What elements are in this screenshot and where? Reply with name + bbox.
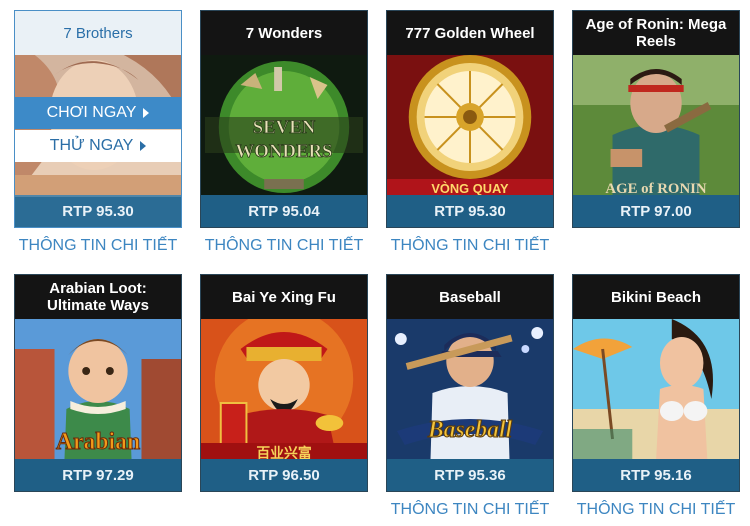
card-frame: Bai Ye Xing Fu 百业兴富 RTP 96.50 [200, 274, 368, 492]
details-link[interactable]: THÔNG TIN CHI TIẾT [2, 237, 194, 255]
play-now-button[interactable]: CHƠI NGAY [15, 97, 181, 129]
card-frame: Bikini Beach RTP 95.16 [572, 274, 740, 492]
game-thumbnail: VÒNG QUAY [387, 55, 553, 197]
game-title: 7 Brothers [15, 11, 181, 55]
rtp-badge: RTP 97.29 [15, 459, 181, 491]
card-frame: Arabian Loot: Ultimate Ways Arabian RTP … [14, 274, 182, 492]
rtp-badge: RTP 95.36 [387, 459, 553, 491]
game-title: 777 Golden Wheel [387, 11, 553, 55]
try-now-button[interactable]: THỬ NGAY [15, 130, 181, 162]
game-title: Bai Ye Xing Fu [201, 275, 367, 319]
game-thumbnail [573, 319, 739, 461]
card-frame: Baseball Baseball RTP 95.36 [386, 274, 554, 492]
game-card-777-golden-wheel[interactable]: 777 Golden Wheel VÒNG QUAY RTP 95.30 THÔ… [386, 10, 554, 254]
art-text-baseball: Baseball [427, 417, 513, 443]
rtp-badge: RTP 95.16 [573, 459, 739, 491]
game-card-baseball[interactable]: Baseball Baseball RTP 95.36 THÔNG TIN CH… [386, 274, 554, 518]
game-card-7-wonders[interactable]: 7 Wonders SEVEN WONDERS RTP 95.04 THÔNG … [200, 10, 368, 254]
game-title: Baseball [387, 275, 553, 319]
game-thumbnail: Arabian [15, 319, 181, 461]
details-link[interactable]: THÔNG TIN CHI TIẾT [560, 501, 750, 519]
try-now-label: THỬ NGAY [49, 137, 134, 154]
hover-overlay: CHƠI NGAY THỬ NGAY [15, 55, 181, 197]
game-card-7-brothers[interactable]: 7 Brothers CHƠI NGAY THỬ NGAY RTP 95.30 … [14, 10, 182, 254]
play-now-label: CHƠI NGAY [46, 104, 137, 121]
art-text-arabian: Arabian [56, 429, 140, 455]
game-title: 7 Wonders [201, 11, 367, 55]
rtp-badge: RTP 95.30 [387, 195, 553, 227]
card-frame: 7 Wonders SEVEN WONDERS RTP 95.04 [200, 10, 368, 228]
game-thumbnail: SEVEN WONDERS [201, 55, 367, 197]
rtp-badge: RTP 96.50 [201, 459, 367, 491]
details-link[interactable]: THÔNG TIN CHI TIẾT [374, 237, 566, 255]
card-frame: 777 Golden Wheel VÒNG QUAY RTP 95.30 [386, 10, 554, 228]
game-thumbnail: AGE of RONIN [573, 55, 739, 197]
rtp-badge: RTP 97.00 [573, 195, 739, 227]
card-frame: Age of Ronin: Mega Reels AGE of RONIN RT… [572, 10, 740, 228]
game-card-arabian-loot[interactable]: Arabian Loot: Ultimate Ways Arabian RTP … [14, 274, 182, 492]
details-link[interactable]: THÔNG TIN CHI TIẾT [374, 501, 566, 519]
game-title: Age of Ronin: Mega Reels [573, 11, 739, 55]
game-thumbnail: Baseball [387, 319, 553, 461]
art-text-vong-quay: VÒNG QUAY [431, 181, 509, 196]
game-card-age-of-ronin[interactable]: Age of Ronin: Mega Reels AGE of RONIN RT… [572, 10, 740, 228]
rtp-badge: RTP 95.30 [15, 195, 181, 227]
details-link[interactable]: THÔNG TIN CHI TIẾT [188, 237, 380, 255]
game-card-bikini-beach[interactable]: Bikini Beach RTP 95.16 THÔNG TIN CHI TIẾ… [572, 274, 740, 518]
game-thumbnail: 百业兴富 [201, 319, 367, 461]
game-title: Arabian Loot: Ultimate Ways [15, 275, 181, 319]
try-arrow-icon [140, 141, 147, 151]
game-title: Bikini Beach [573, 275, 739, 319]
art-title-seven: SEVEN [253, 117, 316, 138]
game-card-bai-ye-xing-fu[interactable]: Bai Ye Xing Fu 百业兴富 RTP 96.50 [200, 274, 368, 492]
rtp-badge: RTP 95.04 [201, 195, 367, 227]
art-title-wonders: WONDERS [236, 141, 333, 162]
play-arrow-icon [143, 108, 150, 118]
card-frame: 7 Brothers CHƠI NGAY THỬ NGAY RTP 95.30 [14, 10, 182, 228]
